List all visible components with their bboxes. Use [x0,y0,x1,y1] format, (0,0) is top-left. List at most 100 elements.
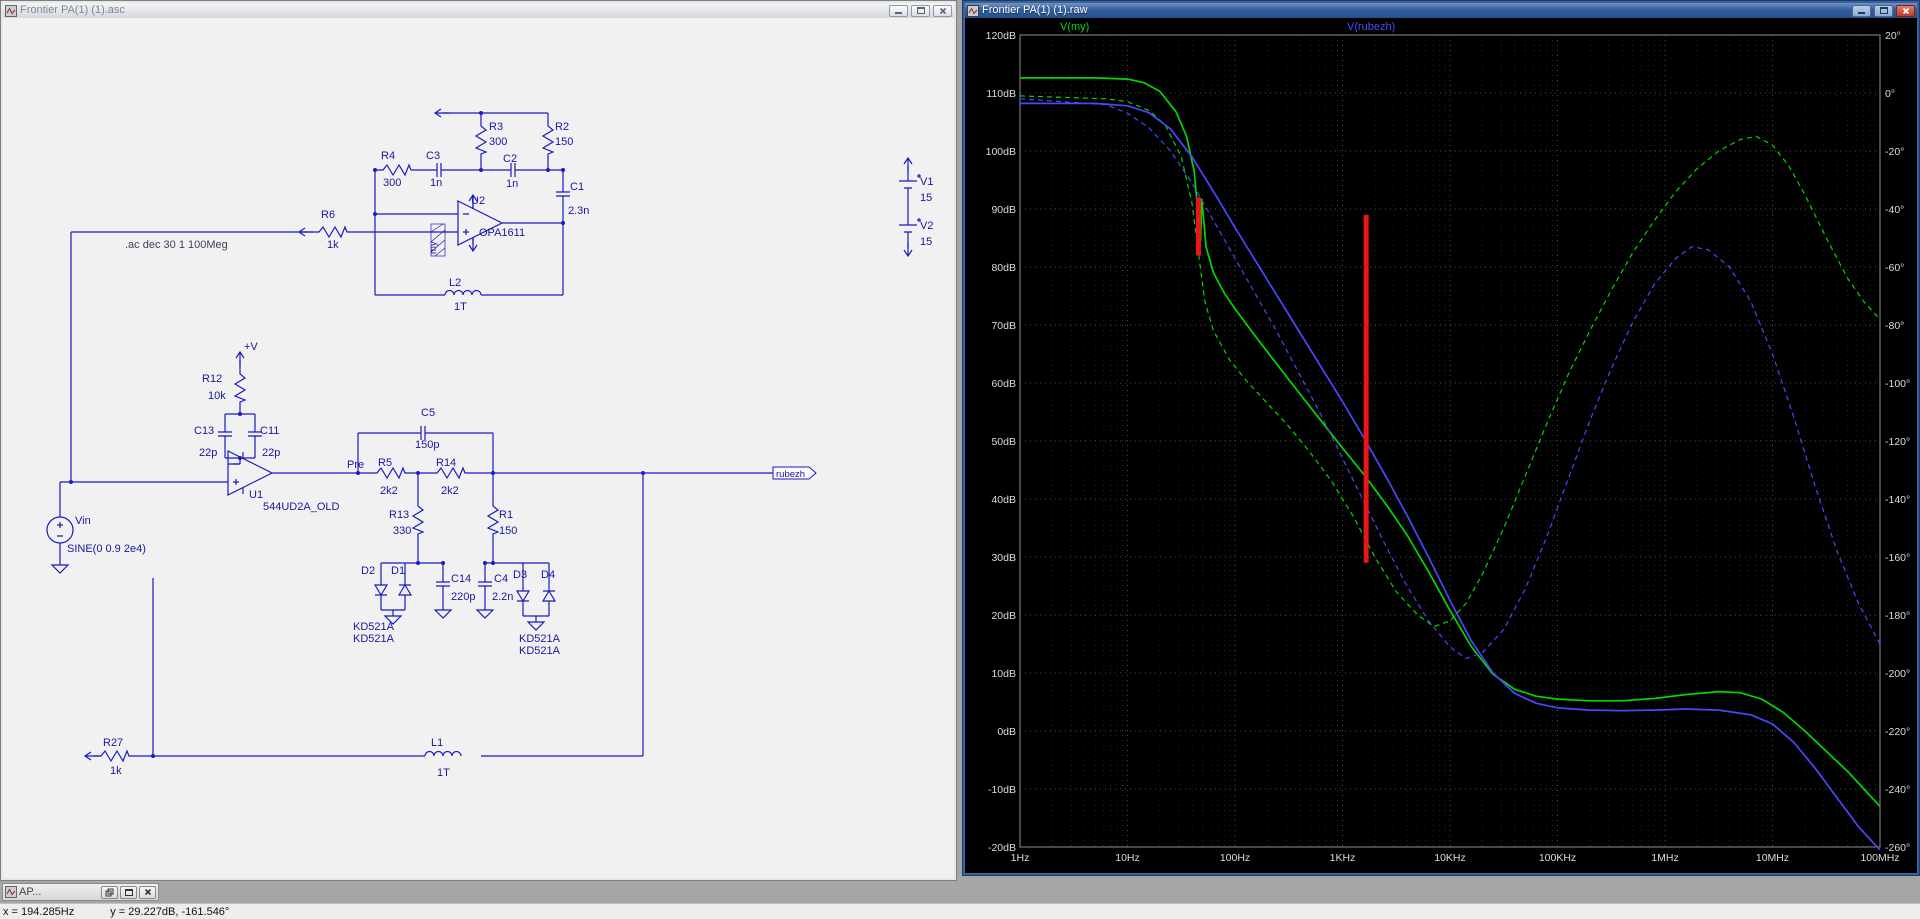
y-axis-right-label: -120° [1885,436,1910,448]
trace-V(rubezh) phase[interactable] [1019,98,1881,660]
component-flag-v1[interactable] [903,157,913,173]
cursor-y-readout: y = 29.227dB, -161.546° [110,905,230,918]
component-R13[interactable] [412,501,424,539]
plot-annotations [1195,197,1369,563]
component-R14[interactable] [432,467,470,479]
component-flag-plusv[interactable] [235,351,245,367]
x-axis-label: 10Hz [1115,852,1140,864]
component-D2[interactable] [374,578,388,602]
schematic-window: Frontier PA(1) (1).asc .ac dec 30 1 100M… [0,0,957,881]
schematic-label: KD521A [519,645,561,657]
status-bar: x = 194.285Hz y = 29.227dB, -161.546° [0,903,1920,919]
schematic-label: R2 [555,121,569,133]
component-D4[interactable] [542,584,556,608]
component-R3[interactable] [475,121,487,159]
schematic-label: C11 [260,425,279,437]
component-R12[interactable] [234,369,246,407]
component-R6[interactable] [314,226,352,238]
component-C1[interactable] [555,181,571,207]
close-button[interactable] [139,885,156,899]
restore-button[interactable] [101,885,118,899]
schematic-label: 2.2n [492,591,513,603]
net-label-my: my [428,241,439,254]
component-V1[interactable] [898,173,922,195]
component-gnd-d34[interactable] [527,615,545,631]
component-C14[interactable] [435,571,451,597]
trace-V(my)[interactable] [1020,77,1881,807]
schematic-label: C2 [503,153,517,165]
legend-v-rubezh[interactable]: V(rubezh) [1347,21,1395,33]
y-axis-right-label: -40° [1885,204,1904,216]
schematic-label: R6 [321,209,335,221]
schematic-label: D1 [391,565,405,577]
schematic-label: 22p [262,447,280,459]
component-flag-r27[interactable] [84,751,100,761]
y-axis-left-label: -10dB [988,784,1016,796]
schematic-label: 1n [430,177,442,189]
component-gnd-vin[interactable] [51,558,69,574]
schematic-label: +V [244,341,258,353]
component-C5[interactable] [410,425,436,441]
component-flag-r6[interactable] [298,227,314,237]
legend-v-my[interactable]: V(my) [1060,21,1089,33]
component-flag-top[interactable] [434,108,450,118]
schematic-label: 15 [920,192,932,204]
component-R5[interactable] [372,467,410,479]
component-gnd-c14[interactable] [434,603,452,619]
component-V2[interactable] [898,217,922,239]
y-axis-left-label: 70dB [991,320,1016,332]
component-Vin[interactable] [46,516,74,544]
schematic-label: KD521A [519,633,561,645]
waveform-window-titlebar[interactable]: Frontier PA(1) (1).raw [965,3,1917,18]
maximize-button[interactable] [1874,4,1893,17]
component-C3[interactable] [426,162,452,178]
minimize-button[interactable] [1852,4,1871,17]
x-axis-label: 10MHz [1756,852,1789,864]
schematic-label: 1T [437,767,450,779]
component-flag-v2[interactable] [903,241,913,257]
component-D1[interactable] [398,578,412,602]
component-C4[interactable] [477,571,493,597]
minimize-button[interactable] [889,4,908,17]
schematic-window-titlebar[interactable]: Frontier PA(1) (1).asc [3,3,954,18]
component-R1[interactable] [487,501,499,539]
schematic-label: 1T [454,301,467,313]
minimized-window[interactable]: AP... [2,883,159,901]
net-port-rubezh[interactable]: rubezh [772,466,817,480]
schematic-label: L2 [449,277,461,289]
x-axis-label: 100MHz [1860,852,1899,864]
schematic-canvas[interactable]: .ac dec 30 1 100Meg R4 300 C3 1n R3 300 R2 150 C2… [3,18,954,878]
schematic-label: 300 [489,136,507,148]
component-L1[interactable] [424,750,462,757]
component-R4[interactable] [378,164,416,176]
minimized-window-title: AP... [19,886,42,898]
component-R27[interactable] [96,750,134,762]
x-axis-label: 100Hz [1220,852,1250,864]
maximize-button[interactable] [120,885,137,899]
schematic-label: D2 [361,565,375,577]
wires[interactable] [59,112,909,757]
x-axis-label: 1KHz [1330,852,1356,864]
y-axis-right-label: 20° [1885,30,1901,42]
schematic-label: C13 [194,425,214,437]
schematic-label: .ac dec 30 1 100Meg [125,239,228,251]
schematic-label: R3 [489,121,503,133]
component-L2[interactable] [444,289,482,296]
component-R2[interactable] [542,121,554,159]
component-gnd-c4[interactable] [476,603,494,619]
schematic-label: 2.3n [568,205,589,217]
close-button[interactable] [933,4,952,17]
schematic-label: 150p [415,439,439,451]
component-C2[interactable] [500,162,526,178]
y-axis-left-label: 10dB [991,668,1016,680]
waveform-window: Frontier PA(1) (1).raw 120dB 110dB 100dB 90… [962,0,1920,876]
schematic-label: KD521A [353,621,395,633]
close-button[interactable] [1896,4,1915,17]
net-flag-my[interactable]: my [428,223,446,257]
component-D3[interactable] [516,584,530,608]
component-C13[interactable] [217,421,233,447]
waveform-plot-area[interactable]: 120dB 110dB 100dB 90dB 80dB 70dB 60dB 50dB 40dB 3… [965,18,1917,873]
maximize-button[interactable] [911,4,930,17]
schematic-label: D4 [541,569,555,581]
maximize-icon [916,7,925,14]
